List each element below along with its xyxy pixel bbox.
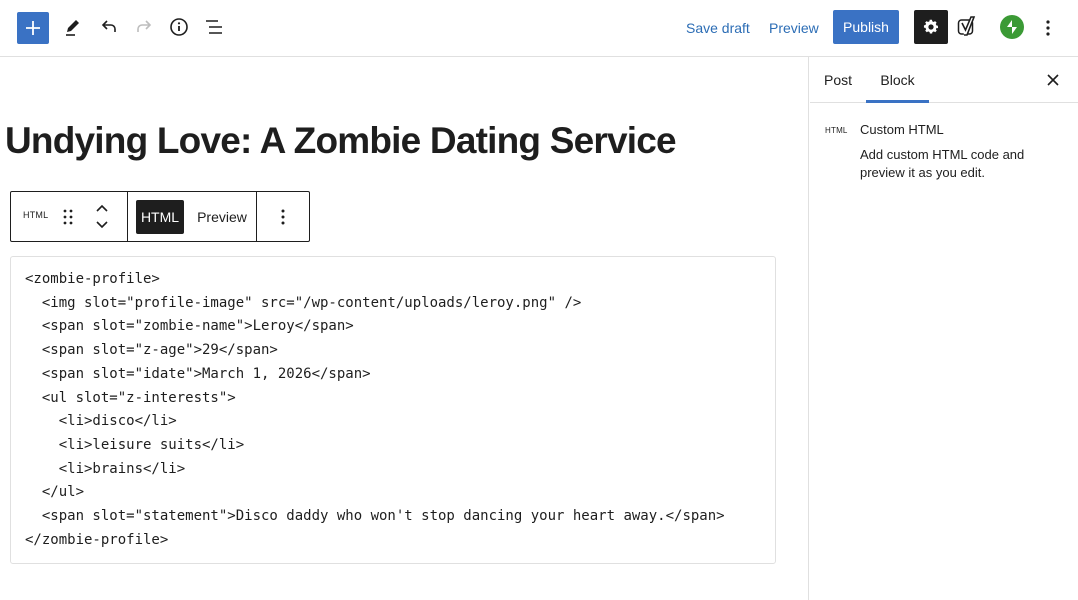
list-view-icon — [206, 20, 222, 34]
jetpack-icon — [1007, 20, 1017, 34]
block-card-title: Custom HTML — [860, 122, 944, 137]
active-tab-indicator — [866, 100, 929, 103]
tab-block[interactable]: Block — [866, 57, 929, 103]
redo-button[interactable] — [127, 10, 161, 44]
block-mover — [91, 200, 113, 234]
chevron-down-icon[interactable] — [95, 220, 109, 230]
toolbar-divider — [256, 192, 257, 241]
undo-icon — [101, 20, 116, 32]
html-tab-button[interactable]: HTML — [136, 200, 184, 234]
code-line: <li>disco</li> — [25, 413, 177, 430]
redo-icon — [137, 20, 152, 32]
code-line: <span slot="statement">Disco daddy who w… — [25, 508, 725, 525]
settings-sidebar: Post Block HTML Custom HTML Add custom H… — [810, 57, 1078, 600]
options-button[interactable] — [1036, 12, 1060, 44]
block-type-icon: HTML — [825, 126, 848, 135]
list-view-button[interactable] — [197, 10, 231, 44]
code-line: <span slot="zombie-name">Leroy</span> — [25, 318, 354, 335]
save-draft-button[interactable]: Save draft — [686, 18, 750, 38]
code-line: </zombie-profile> — [25, 531, 169, 548]
code-line: <span slot="idate">March 1, 2026</span> — [25, 365, 371, 382]
kebab-icon — [1046, 20, 1050, 36]
yoast-icon — [957, 16, 976, 36]
preview-tab-button[interactable]: Preview — [192, 200, 252, 234]
code-line: <span slot="z-age">29</span> — [25, 342, 278, 359]
details-button[interactable] — [162, 10, 196, 44]
editor-header: Save draft Preview Publish — [0, 0, 1078, 57]
sidebar-tabs: Post Block — [810, 57, 1078, 103]
block-type-button[interactable]: HTML — [23, 210, 48, 220]
plus-icon — [26, 21, 40, 35]
add-block-button[interactable] — [17, 12, 49, 44]
publish-button[interactable]: Publish — [833, 10, 899, 44]
code-line: <li>brains</li> — [25, 460, 186, 477]
jetpack-button[interactable] — [1000, 15, 1024, 39]
code-line: <zombie-profile> — [25, 271, 160, 287]
tools-button[interactable] — [56, 10, 90, 44]
preview-button[interactable]: Preview — [769, 18, 819, 38]
gear-icon — [923, 19, 939, 34]
code-line: </ul> — [25, 484, 85, 501]
post-title[interactable]: Undying Love: A Zombie Dating Service — [5, 119, 677, 163]
drag-handle[interactable] — [59, 204, 77, 230]
editor-canvas: Undying Love: A Zombie Dating Service HT… — [0, 57, 809, 600]
html-code-editor[interactable]: <zombie-profile> <img slot="profile-imag… — [10, 256, 776, 564]
code-line: <img slot="profile-image" src="/wp-conte… — [25, 294, 582, 311]
close-sidebar-button[interactable] — [1044, 71, 1062, 89]
block-toolbar: HTML HTML Preview — [10, 191, 310, 242]
close-icon — [1047, 74, 1059, 86]
tab-post[interactable]: Post — [824, 57, 852, 103]
code-line: <ul slot="z-interests"> — [25, 389, 236, 406]
block-card-description: Add custom HTML code and preview it as y… — [860, 147, 1025, 180]
settings-button[interactable] — [914, 10, 948, 44]
toolbar-divider — [127, 192, 128, 241]
code-line: <li>leisure suits</li> — [25, 436, 245, 453]
pencil-icon — [66, 20, 79, 36]
undo-button[interactable] — [92, 10, 126, 44]
kebab-icon — [281, 209, 285, 225]
drag-handle-icon — [63, 209, 73, 225]
info-icon — [170, 18, 188, 36]
block-options-button[interactable] — [273, 200, 293, 234]
chevron-up-icon[interactable] — [95, 203, 109, 213]
yoast-button[interactable] — [952, 10, 982, 44]
